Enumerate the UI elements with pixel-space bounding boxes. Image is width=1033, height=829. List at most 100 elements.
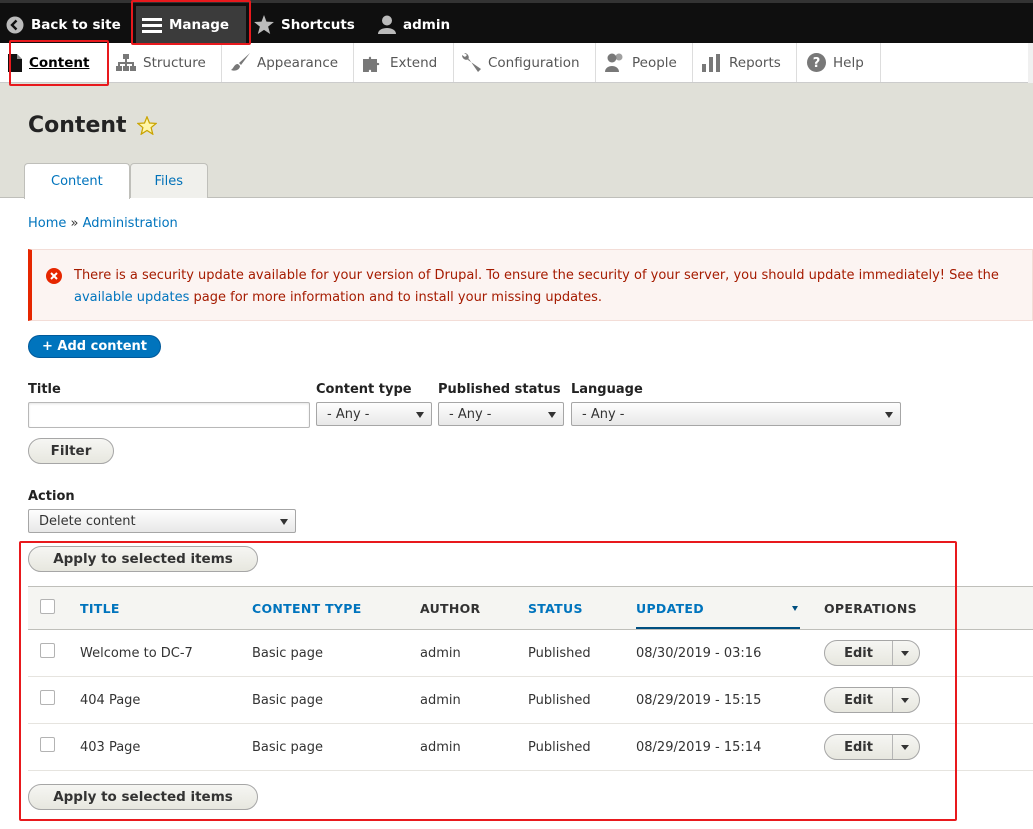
tray-item-content[interactable]: Content [0, 43, 108, 82]
breadcrumb-home[interactable]: Home [28, 216, 66, 231]
row-updated: 08/30/2019 - 03:16 [636, 646, 762, 661]
page-title: Content [28, 113, 157, 138]
language-value: - Any - [582, 406, 625, 422]
chevron-down-icon [280, 519, 288, 525]
chevron-down-icon[interactable] [901, 651, 909, 656]
tray-item-label: Configuration [488, 54, 580, 71]
published-status-select[interactable]: - Any - [438, 402, 564, 426]
tab-files[interactable]: Files [129, 163, 208, 198]
manage-label: Manage [169, 16, 230, 33]
help-icon: ? [807, 53, 826, 72]
row-title-link[interactable]: Welcome to DC-7 [80, 646, 193, 661]
tab-label: Content [51, 174, 103, 189]
available-updates-link[interactable]: available updates [74, 290, 189, 305]
breadcrumb-separator: » [70, 216, 79, 231]
tab-label: Files [154, 173, 183, 189]
edit-button[interactable]: Edit [825, 641, 893, 665]
wrench-icon [462, 53, 481, 72]
row-title-link[interactable]: 403 Page [80, 740, 140, 755]
row-checkbox[interactable] [40, 737, 55, 752]
row-content-type: Basic page [252, 740, 324, 755]
tray-item-label: Help [833, 54, 864, 71]
svg-text:?: ? [813, 56, 821, 71]
shortcut-star-icon[interactable] [136, 116, 157, 135]
row-checkbox[interactable] [40, 643, 55, 658]
row-title-link[interactable]: 404 Page [80, 693, 140, 708]
page-title-text: Content [28, 113, 127, 138]
tray-item-appearance[interactable]: Appearance [222, 43, 354, 82]
table-row: 404 Page Basic page admin Published 08/2… [28, 677, 1033, 724]
published-status-value: - Any - [449, 406, 492, 422]
tray-item-structure[interactable]: Structure [108, 43, 222, 82]
user-icon [378, 15, 396, 34]
tray-item-label: Structure [143, 54, 206, 71]
tray-item-people[interactable]: People [596, 43, 693, 82]
chevron-down-icon[interactable] [901, 698, 909, 703]
paintbrush-icon [231, 53, 250, 71]
row-checkbox[interactable] [40, 690, 55, 705]
shortcuts-label: Shortcuts [281, 16, 355, 33]
tray-item-label: Reports [729, 54, 781, 71]
action-label: Action [28, 489, 75, 504]
error-message: There is a security update available for… [28, 249, 1033, 321]
sitemap-icon [116, 54, 136, 71]
title-filter-input[interactable] [28, 402, 310, 428]
content-type-label: Content type [316, 382, 412, 397]
header-updated[interactable]: UPDATED [636, 601, 704, 616]
row-operations-dropbutton: Edit [824, 640, 920, 666]
row-operations-dropbutton: Edit [824, 734, 920, 760]
hamburger-icon [142, 17, 162, 33]
tray-item-help[interactable]: ? Help [797, 43, 881, 82]
edit-button[interactable]: Edit [825, 688, 893, 712]
shortcuts-tab[interactable]: Shortcuts [254, 6, 355, 43]
header-status[interactable]: STATUS [528, 601, 583, 616]
add-content-button[interactable]: + Add content [28, 335, 162, 358]
manage-tab[interactable]: Manage [136, 6, 246, 43]
select-all-checkbox[interactable] [40, 599, 55, 614]
people-icon [605, 53, 623, 72]
title-filter-label: Title [28, 382, 61, 397]
chevron-down-icon [885, 412, 893, 418]
admin-toolbar: Back to site Manage Shortcuts admin [0, 0, 1033, 43]
row-author-link[interactable]: admin [420, 646, 461, 661]
apply-selected-button-bottom[interactable]: Apply to selected items [28, 784, 258, 810]
tab-content[interactable]: Content [24, 163, 130, 199]
language-label: Language [571, 382, 643, 397]
table-row: Welcome to DC-7 Basic page admin Publish… [28, 630, 1033, 677]
row-author-link[interactable]: admin [420, 740, 461, 755]
breadcrumb: Home » Administration [28, 216, 178, 231]
row-content-type: Basic page [252, 646, 324, 661]
page-header: Content Content Files [0, 83, 1033, 199]
row-updated: 08/29/2019 - 15:14 [636, 740, 762, 755]
back-to-site-link[interactable]: Back to site [6, 6, 121, 43]
action-select[interactable]: Delete content [28, 509, 296, 533]
header-title[interactable]: TITLE [80, 601, 120, 616]
header-operations: OPERATIONS [824, 601, 917, 616]
tray-item-label: Appearance [257, 54, 339, 71]
tray-item-extend[interactable]: Extend [354, 43, 454, 82]
content-type-select[interactable]: - Any - [316, 402, 432, 426]
puzzle-icon [363, 56, 380, 72]
row-author-link[interactable]: admin [420, 693, 461, 708]
user-tab[interactable]: admin [378, 6, 450, 43]
sort-descending-icon [792, 606, 798, 611]
row-status: Published [528, 693, 591, 708]
row-updated: 08/29/2019 - 15:15 [636, 693, 762, 708]
breadcrumb-administration[interactable]: Administration [83, 216, 178, 231]
row-content-type: Basic page [252, 693, 324, 708]
user-label: admin [403, 16, 451, 33]
filter-button[interactable]: Filter [28, 438, 114, 464]
header-content-type[interactable]: CONTENT TYPE [252, 601, 362, 616]
primary-tabs: Content Files [24, 163, 208, 199]
apply-selected-button-top[interactable]: Apply to selected items [28, 546, 258, 572]
content-type-value: - Any - [327, 406, 370, 422]
chevron-down-icon[interactable] [901, 745, 909, 750]
edit-button[interactable]: Edit [825, 735, 893, 759]
tray-item-label: People [632, 54, 677, 71]
scroll-indicator [1028, 43, 1033, 83]
language-select[interactable]: - Any - [571, 402, 901, 426]
row-status: Published [528, 740, 591, 755]
tray-item-configuration[interactable]: Configuration [454, 43, 596, 82]
tray-item-reports[interactable]: Reports [693, 43, 797, 82]
row-status: Published [528, 646, 591, 661]
